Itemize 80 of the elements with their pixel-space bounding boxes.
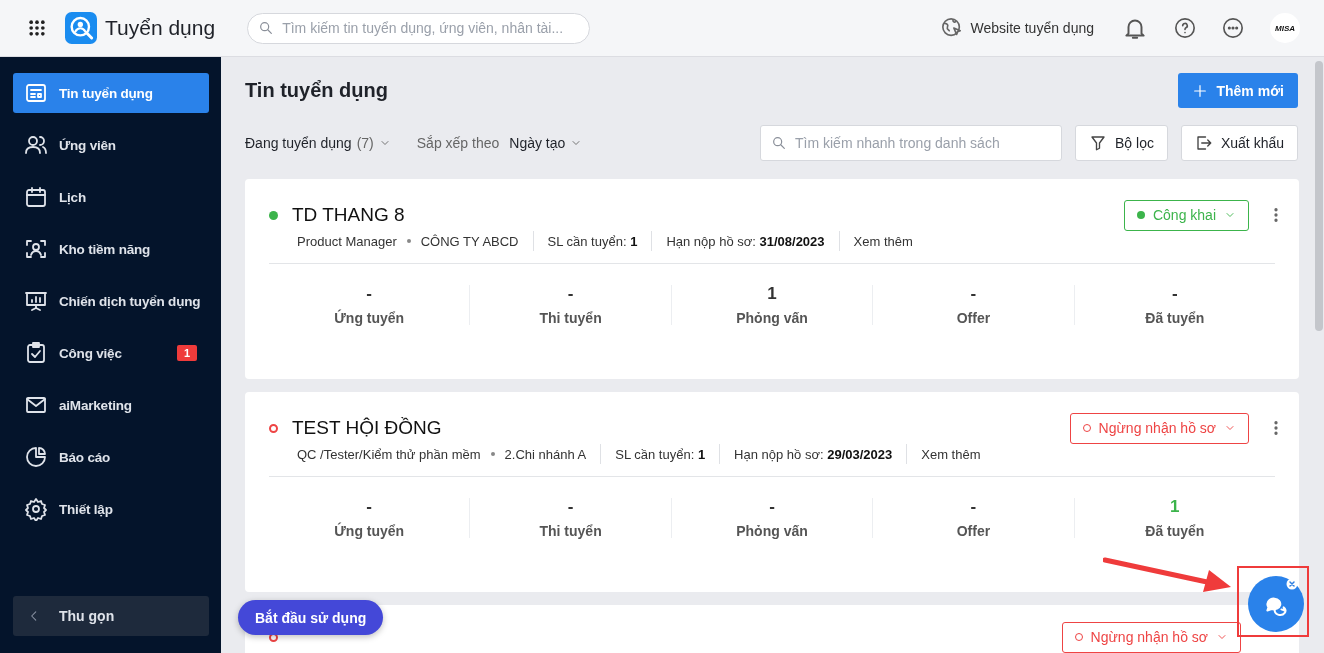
stage-count: 1	[766, 284, 778, 304]
funnel-icon	[1089, 134, 1107, 152]
export-button[interactable]: Xuất khẩu	[1180, 125, 1298, 161]
stage-label: Phỏng vấn	[735, 523, 809, 539]
clipboard-check-icon	[24, 341, 48, 365]
sort-dropdown[interactable]: Ngày tạo	[509, 135, 583, 151]
company-name: CÔNG TY ABCD	[420, 233, 519, 249]
company-name: 2.Chi nhánh A	[504, 446, 587, 462]
get-started-button[interactable]: Bắt đầu sử dụng	[238, 600, 384, 635]
pie-chart-icon	[24, 445, 48, 469]
sidebar-item[interactable]: Ứng viên	[13, 125, 209, 165]
calendar-icon	[24, 185, 48, 209]
avatar[interactable]: MISA	[1270, 13, 1300, 43]
sidebar-item[interactable]: Công việc 1	[13, 333, 209, 373]
stage-count: -	[1171, 284, 1179, 304]
plus-icon	[1192, 82, 1209, 99]
scrollbar[interactable]	[1315, 61, 1323, 331]
website-link[interactable]: Website tuyển dụng	[940, 17, 1094, 39]
stage-count: -	[365, 284, 374, 304]
apps-grid-icon[interactable]	[27, 18, 47, 38]
job-position: QC /Tester/Kiểm thử phần mềm	[297, 446, 481, 462]
person-scan-icon	[24, 237, 48, 261]
users-icon	[24, 133, 48, 157]
stage-count: -	[969, 284, 978, 304]
presentation-icon	[24, 289, 48, 313]
sidebar-item[interactable]: aiMarketing	[13, 385, 209, 425]
deadline: Hạn nộp hồ sơ: 31/08/2023	[666, 233, 825, 249]
settings-icon	[24, 497, 48, 521]
job-position: Product Manager	[297, 233, 397, 249]
status-filter: Đang tuyển dụng	[245, 135, 352, 151]
stage-label: Phỏng vấn	[735, 310, 809, 326]
status-dot	[1136, 211, 1145, 219]
job-title[interactable]: TEST HỘI ĐỒNG	[292, 417, 442, 439]
sidebar-item[interactable]: Tin tuyển dụng	[13, 73, 209, 113]
stage-count: -	[969, 497, 978, 517]
sidebar-item[interactable]: Báo cáo	[13, 437, 209, 477]
quantity: SL cần tuyển: 1	[547, 233, 638, 249]
news-icon	[24, 81, 48, 105]
status-dropdown[interactable]: Ngừng nhận hồ sơ	[1069, 412, 1249, 444]
stage-label: Ứng tuyển	[333, 523, 406, 539]
stage-label: Ứng tuyển	[333, 310, 406, 326]
see-more-link[interactable]: Xem thêm	[853, 233, 913, 249]
help-icon[interactable]	[1174, 17, 1196, 39]
close-icon[interactable]	[1286, 578, 1298, 590]
stage-label: Offer	[955, 523, 992, 539]
export-icon	[1194, 134, 1213, 152]
see-more-link[interactable]: Xem thêm	[921, 446, 981, 462]
stage-label: Thi tuyển	[538, 523, 603, 539]
status-dropdown[interactable]: Ngừng nhận hồ sơ	[1061, 621, 1241, 653]
sort-label: Sắp xếp theo	[416, 135, 500, 151]
job-title[interactable]: TD THANG 8	[292, 204, 405, 226]
search-field[interactable]: Tìm kiếm nhanh trong danh sách	[760, 125, 1062, 161]
stage-label: Thi tuyển	[538, 310, 603, 326]
count-badge: 1	[177, 345, 197, 361]
stage-count: -	[566, 284, 575, 304]
stage-label: Đã tuyển	[1144, 310, 1206, 326]
quantity: SL cần tuyển: 1	[615, 446, 706, 462]
app-title: Tuyển dụng	[105, 16, 216, 40]
page-title: Tin tuyển dụng	[245, 79, 388, 102]
stage-count: -	[768, 497, 776, 517]
sidebar-item[interactable]: Lịch	[13, 177, 209, 217]
logo-icon	[65, 12, 97, 44]
sidebar-item[interactable]: Chiến dịch tuyển dụng	[13, 281, 209, 321]
sidebar-item[interactable]: Thiết lập	[13, 489, 209, 529]
status-count: (7)	[356, 135, 374, 151]
status-dropdown[interactable]: Đang tuyển dụng (7)	[245, 135, 391, 151]
filter-button[interactable]: Bộ lọc	[1075, 125, 1168, 161]
stage-label: Đã tuyển	[1144, 523, 1206, 539]
stage-count: -	[566, 497, 575, 517]
globe-cursor-icon	[940, 17, 963, 39]
stage-count: 1	[1169, 497, 1181, 517]
deadline: Hạn nộp hồ sơ: 29/03/2023	[734, 446, 893, 462]
collapse-button[interactable]: Thu gọn	[13, 596, 209, 636]
sidebar-item[interactable]: Kho tiềm năng	[13, 229, 209, 269]
add-button[interactable]: Thêm mới	[1178, 73, 1298, 108]
more-icon[interactable]	[1222, 17, 1244, 39]
highlight-frame	[1237, 566, 1309, 637]
stage-count: -	[365, 497, 374, 517]
search-field[interactable]: Tìm kiếm tin tuyển dụng, ứng viên, nhân tài...	[247, 12, 591, 44]
stage-label: Offer	[955, 310, 992, 326]
